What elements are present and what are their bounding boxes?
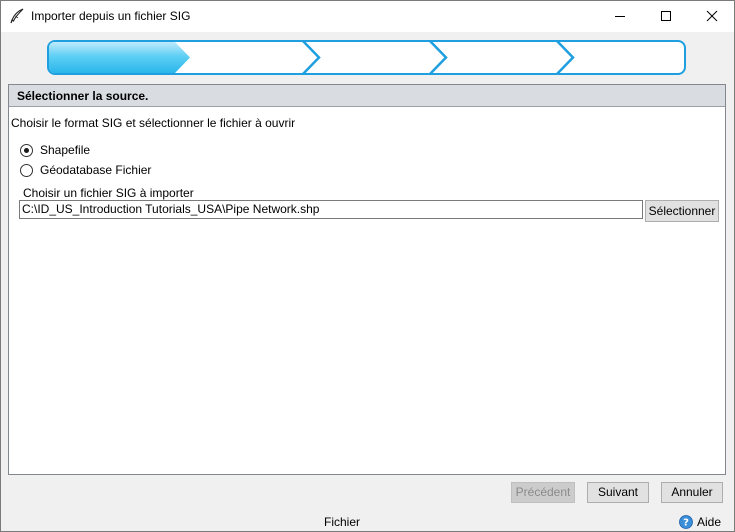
help-icon: ? bbox=[679, 514, 693, 529]
radio-button-checked[interactable] bbox=[20, 143, 33, 157]
content-panel: Sélectionner la source. Choisir le forma… bbox=[8, 84, 726, 475]
help-label: Aide bbox=[697, 514, 722, 529]
window-title: Importer depuis un fichier SIG bbox=[31, 9, 191, 23]
wizard-step-1-active bbox=[49, 42, 190, 73]
radio-label: Géodatabase Fichier bbox=[40, 163, 152, 177]
section-title: Sélectionner la source. bbox=[9, 85, 725, 107]
quill-icon bbox=[10, 8, 24, 24]
file-path-input[interactable]: C:\ID_US_Introduction Tutorials_USA\Pipe… bbox=[19, 200, 643, 219]
status-text: Fichier bbox=[324, 515, 361, 529]
close-button[interactable] bbox=[689, 1, 734, 32]
file-label: Choisir un fichier SIG à importer bbox=[23, 186, 194, 200]
close-icon bbox=[706, 10, 718, 22]
svg-text:?: ? bbox=[683, 517, 689, 528]
radio-shapefile[interactable]: Shapefile bbox=[20, 142, 90, 158]
select-file-button[interactable]: Sélectionner bbox=[645, 200, 719, 222]
minimize-button[interactable] bbox=[597, 1, 643, 32]
wizard-progress bbox=[47, 40, 686, 75]
maximize-icon bbox=[661, 11, 671, 21]
radio-button-unchecked[interactable] bbox=[20, 163, 33, 177]
radio-label: Shapefile bbox=[40, 143, 91, 157]
radio-file-geodatabase[interactable]: Géodatabase Fichier bbox=[20, 162, 151, 178]
maximize-button[interactable] bbox=[643, 1, 689, 32]
cancel-button[interactable]: Annuler bbox=[661, 482, 723, 503]
status-bar: Fichier ? Aide bbox=[1, 511, 734, 531]
previous-button[interactable]: Précédent bbox=[511, 482, 575, 503]
import-gis-dialog: Importer depuis un fichier SIG Sélection… bbox=[0, 0, 735, 532]
next-button[interactable]: Suivant bbox=[587, 482, 649, 503]
help-link[interactable]: ? Aide bbox=[679, 514, 721, 529]
minimize-icon bbox=[615, 16, 625, 17]
title-bar: Importer depuis un fichier SIG bbox=[1, 1, 734, 32]
instruction-text: Choisir le format SIG et sélectionner le… bbox=[11, 116, 296, 130]
